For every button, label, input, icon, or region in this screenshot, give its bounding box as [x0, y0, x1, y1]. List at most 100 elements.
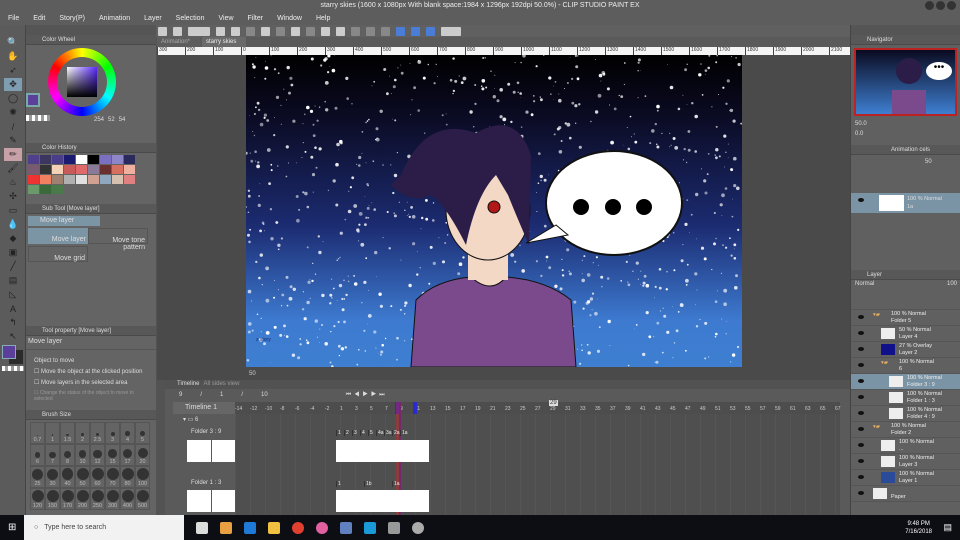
color-history-swatch[interactable] [40, 185, 51, 194]
skype-icon[interactable] [364, 521, 376, 534]
color-history-swatch[interactable] [88, 175, 99, 184]
color-history-swatch[interactable] [88, 155, 99, 164]
brush-size-option[interactable]: 70 [105, 466, 120, 488]
color-history-swatch[interactable] [28, 155, 39, 164]
layer-row[interactable]: Paper [851, 486, 960, 502]
cel-label[interactable]: 5 [368, 430, 376, 436]
all-sides-view-tab[interactable]: All sides view [203, 380, 239, 389]
move-layer-tool-icon[interactable]: ✥ [4, 78, 22, 91]
swirl-icon[interactable] [188, 26, 210, 36]
clock[interactable]: 9:48 PM 7/16/2018 [905, 520, 932, 536]
color-history-swatch[interactable] [28, 185, 39, 194]
tone-icon[interactable] [366, 26, 375, 36]
edge-icon[interactable] [244, 521, 256, 534]
pencil-tool-icon[interactable]: ✏ [4, 148, 22, 161]
brush-size-option[interactable]: 120 [30, 488, 45, 510]
frame-tool-icon[interactable]: ▤ [4, 274, 22, 287]
menu-edit[interactable]: Edit [33, 12, 45, 25]
brush-size-option[interactable]: 15 [105, 444, 120, 466]
color-history-swatch[interactable] [112, 165, 123, 174]
ruler-tool-icon[interactable]: ◺ [4, 288, 22, 301]
track-6[interactable]: ▾ ▭ 6 [183, 416, 198, 423]
gradient-tool-icon[interactable]: ▣ [4, 246, 22, 259]
menu-selection[interactable]: Selection [176, 12, 205, 25]
settings-icon[interactable] [388, 521, 400, 534]
eye-icon[interactable] [858, 491, 864, 495]
brush-size-option[interactable]: 8 [60, 444, 75, 466]
animation-cel-row[interactable]: 100 % Normal 1a [851, 193, 960, 213]
clip-studio-taskbar-icon[interactable] [412, 521, 424, 534]
color-history-swatch[interactable] [40, 155, 51, 164]
color-history-swatch[interactable] [100, 155, 111, 164]
blend-mode-select[interactable]: Normal [855, 281, 874, 289]
color-history-swatch[interactable] [64, 155, 75, 164]
eye-icon[interactable] [858, 331, 864, 335]
brush-size-option[interactable]: 60 [90, 466, 105, 488]
brush-size-option[interactable]: 40 [60, 466, 75, 488]
layer-row[interactable]: ▾▰ 100 % Normal Folder 5 [851, 310, 960, 326]
eye-icon[interactable] [858, 443, 864, 447]
clip-studio-icon[interactable] [173, 26, 182, 36]
cel-label[interactable]: 3a [384, 430, 392, 436]
brush-size-option[interactable]: 5 [135, 422, 150, 444]
cel-thumbnail[interactable] [211, 440, 235, 462]
color-history-swatch[interactable] [76, 155, 87, 164]
eye-icon[interactable] [858, 411, 864, 415]
brush-size-option[interactable]: 150 [45, 488, 60, 510]
track-folder-1[interactable]: Folder 1 : 3 [191, 480, 221, 486]
color-history-tab[interactable]: Color History [26, 143, 156, 153]
navigator-preview[interactable]: ••• [854, 48, 957, 116]
timeline-ruler[interactable]: -14 -12 -10 -8 -6 -4 -2 1 3 5 7 9 11 13 15 17 19 21 23 25 27… [235, 402, 841, 414]
color-history-swatch[interactable] [124, 165, 135, 174]
start-button[interactable]: ⊞ [8, 522, 16, 533]
save-icon[interactable] [246, 26, 255, 36]
brush-size-option[interactable]: 50 [75, 466, 90, 488]
transparent-color-swatch[interactable] [2, 366, 24, 371]
new-file-icon[interactable] [216, 26, 225, 36]
layer-row[interactable]: ▾▰ 100 % Normal 6 [851, 358, 960, 374]
color-history-swatch[interactable] [64, 165, 75, 174]
layer-row[interactable]: 100 % Normal Layer 3 [851, 454, 960, 470]
eye-icon[interactable] [858, 347, 864, 351]
menu-view[interactable]: View [218, 12, 233, 25]
maximize-button[interactable] [936, 1, 945, 10]
navigator-zoom[interactable]: 50.0 [851, 119, 960, 129]
cel-label[interactable]: 1b [364, 481, 392, 487]
minimize-button[interactable] [925, 1, 934, 10]
grid-icon[interactable] [158, 26, 167, 36]
navigator-tab[interactable]: Navigator [851, 35, 960, 45]
cel-label[interactable]: 1a [392, 481, 420, 487]
option-clicked-position[interactable]: ☐ Move the object at the clicked positio… [34, 368, 148, 375]
brush-size-option[interactable]: 7 [45, 444, 60, 466]
brush-size-option[interactable]: 300 [105, 488, 120, 510]
figure-tool-icon[interactable]: ╱ [4, 260, 22, 273]
option-change-status[interactable]: ☐ Change the status of the object to mov… [34, 390, 148, 402]
transform-icon[interactable] [306, 26, 315, 36]
brush-size-option[interactable]: 25 [30, 466, 45, 488]
eyedropper-icon[interactable]: / [4, 120, 22, 133]
sub-tool-group-move-layer[interactable]: Move layer [28, 216, 100, 226]
cel-label[interactable]: 1a [400, 430, 408, 436]
eye-icon[interactable] [858, 427, 864, 431]
operation-tool-icon[interactable]: ➶ [4, 64, 22, 77]
eye-icon[interactable] [858, 363, 864, 367]
decoration-tool-icon[interactable]: ✣ [4, 190, 22, 203]
doc-tab-starry-skies[interactable]: starry skies [202, 37, 247, 47]
layer-row[interactable]: 100 % Normal Folder 1 : 3 [851, 390, 960, 406]
color-history-swatch[interactable] [88, 165, 99, 174]
cel-label[interactable]: 1 [336, 430, 344, 436]
brush-size-option[interactable]: 30 [45, 466, 60, 488]
color-history-swatch[interactable] [40, 175, 51, 184]
brush-size-option[interactable]: 4 [120, 422, 135, 444]
menu-filter[interactable]: Filter [248, 12, 264, 25]
brush-size-option[interactable]: 17 [120, 444, 135, 466]
eye-icon[interactable] [858, 395, 864, 399]
brush-size-option[interactable]: 200 [75, 488, 90, 510]
color-history-swatch[interactable] [64, 175, 75, 184]
color-history-swatch[interactable] [100, 165, 111, 174]
itunes-icon[interactable] [316, 521, 328, 534]
sub-tool-move-tone-pattern[interactable]: Move tone pattern [88, 228, 148, 251]
color-history-swatch[interactable] [52, 155, 63, 164]
brush-size-option[interactable]: 20 [135, 444, 150, 466]
lasso-tool-icon[interactable]: ◯ [4, 92, 22, 105]
